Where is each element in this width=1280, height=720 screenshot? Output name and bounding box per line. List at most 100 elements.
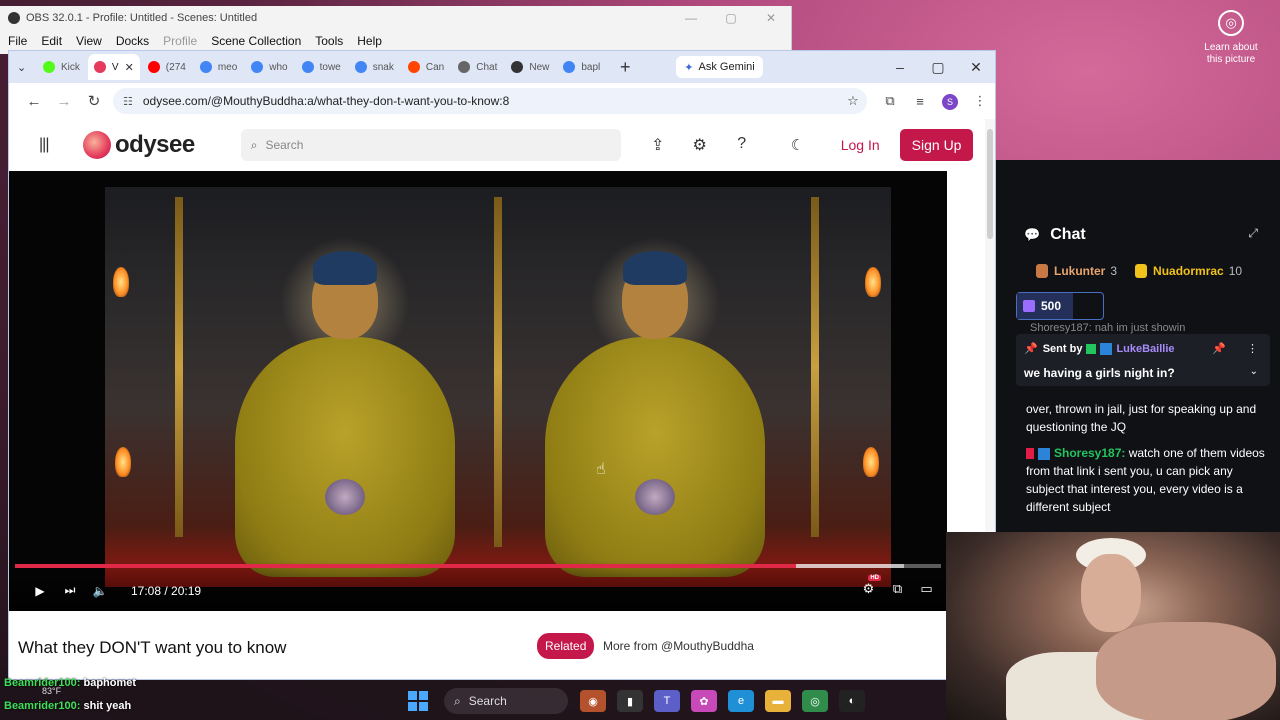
tab-favicon-icon — [93, 61, 106, 73]
play-icon[interactable]: ▶ — [25, 584, 55, 598]
minimize-icon[interactable]: — — [671, 11, 711, 25]
search-input[interactable]: ⌕ Search — [240, 129, 621, 161]
media-control-icon[interactable]: ≡ — [905, 94, 935, 109]
tab-label: (274 — [165, 61, 186, 73]
close-icon[interactable]: ✕ — [751, 11, 791, 25]
unpin-icon[interactable]: 📌 — [1212, 342, 1226, 355]
browser-tab[interactable]: Can — [402, 54, 450, 80]
next-icon[interactable]: ⏭ — [55, 583, 85, 598]
back-icon[interactable]: ← — [19, 93, 49, 110]
teams-icon[interactable]: T — [654, 690, 680, 712]
leader-count: 10 — [1228, 264, 1243, 278]
tab-label: New — [529, 61, 550, 73]
menu-tools[interactable]: Tools — [315, 34, 343, 48]
camera-icon: ◎ — [1218, 10, 1244, 36]
close-icon[interactable]: ✕ — [957, 59, 995, 76]
obs-titlebar: OBS 32.0.1 - Profile: Untitled - Scenes:… — [0, 6, 791, 30]
browser-tab[interactable]: (274 — [142, 54, 192, 80]
browser-tab[interactable]: V ✕ — [87, 54, 140, 80]
windows-start-icon[interactable] — [408, 691, 428, 711]
hamburger-menu-icon[interactable]: ||| — [39, 136, 59, 154]
menu-view[interactable]: View — [76, 34, 102, 48]
video-title: What they DON'T want you to know — [18, 638, 287, 657]
verified-icon — [1100, 342, 1113, 355]
kicks-badge[interactable]: 500 — [1016, 292, 1104, 320]
bookmark-star-icon[interactable]: ☆ — [839, 93, 867, 109]
tab-favicon-icon — [458, 61, 471, 73]
browser-tab[interactable]: towe — [296, 54, 347, 80]
progress-bar[interactable] — [15, 564, 941, 568]
ask-gemini-button[interactable]: ✦ Ask Gemini — [676, 56, 763, 78]
site-info-icon[interactable]: ☷ — [123, 95, 133, 108]
browser-tab[interactable]: Chat — [452, 54, 503, 80]
learn-about-picture[interactable]: ◎ Learn about this picture — [1196, 10, 1266, 66]
browser-tab[interactable]: bapl — [557, 54, 606, 80]
upload-icon[interactable]: ⇪ — [637, 135, 679, 155]
browser-tab[interactable]: snak — [349, 54, 400, 80]
edge-icon[interactable]: e — [728, 690, 754, 712]
obs-icon[interactable]: ◐ — [839, 690, 865, 712]
chevron-down-icon[interactable]: ⌄ — [1250, 366, 1258, 377]
flame — [863, 447, 879, 477]
chrome-icon[interactable]: ◎ — [802, 690, 828, 712]
chat-message: Shoresy187: watch one of them videos fro… — [1026, 444, 1268, 516]
pinned-user[interactable]: LukeBaillie — [1116, 343, 1174, 355]
maximize-icon[interactable]: ▢ — [919, 59, 957, 76]
signup-button[interactable]: Sign Up — [899, 129, 974, 161]
copilot-icon[interactable]: ✿ — [691, 690, 717, 712]
minimize-icon[interactable]: – — [881, 59, 919, 76]
menu-profile[interactable]: Profile — [163, 34, 197, 48]
pinned-message[interactable]: 📌 Sent by LukeBaillie 📌 ⋮ we having a gi… — [1016, 334, 1270, 386]
new-tab-button[interactable]: + — [612, 57, 638, 78]
tab-search-icon[interactable]: ⌄ — [17, 61, 37, 74]
help-icon[interactable]: ? — [721, 135, 763, 155]
url-text[interactable]: odysee.com/@MouthyBuddha:a/what-they-don… — [143, 94, 839, 108]
close-tab-icon[interactable]: ✕ — [125, 61, 134, 74]
tab-favicon-icon — [251, 61, 264, 73]
tab-label: meo — [217, 61, 238, 73]
gear-icon[interactable]: ⚙ — [679, 135, 721, 155]
leader-item[interactable]: Nuadormrac 10 — [1135, 264, 1242, 278]
miniplayer-icon[interactable]: ⧉ — [883, 581, 912, 597]
webcam-overlay — [946, 532, 1280, 720]
browser-tab[interactable]: meo — [194, 54, 243, 80]
maximize-icon[interactable]: ▢ — [711, 11, 751, 25]
leader-name: Nuadormrac — [1153, 264, 1224, 278]
menu-file[interactable]: File — [8, 34, 27, 48]
extensions-icon[interactable]: ⧉ — [875, 93, 905, 109]
chat-username[interactable]: Shoresy187: — [1054, 446, 1125, 460]
overlay-chat-user: Beamrider100: — [4, 677, 81, 689]
video-player[interactable]: ☝ ▶ ⏭ 🔈 17:08 / 20:19 ⚙ HD ⧉ ▭ — [9, 171, 947, 611]
menu-docks[interactable]: Docks — [116, 34, 149, 48]
menu-scene-collection[interactable]: Scene Collection — [211, 34, 301, 48]
tab-label: Kick — [61, 61, 80, 73]
theater-icon[interactable]: ▭ — [912, 581, 941, 597]
taskbar-search-label: Search — [468, 694, 507, 708]
settings-icon[interactable]: ⚙ HD — [854, 575, 883, 597]
forward-icon[interactable]: → — [49, 93, 79, 110]
tab-favicon-icon — [199, 61, 212, 73]
menu-icon[interactable]: ⋮ — [965, 93, 995, 109]
task-view-icon[interactable]: ▮ — [617, 690, 643, 712]
popout-icon[interactable]: ⤢ — [1248, 226, 1258, 241]
browser-tab[interactable]: New — [505, 54, 555, 80]
reload-icon[interactable]: ↻ — [79, 92, 109, 110]
file-explorer-icon[interactable]: ▬ — [765, 690, 791, 712]
more-options-icon[interactable]: ⋮ — [1247, 342, 1258, 355]
volume-icon[interactable]: 🔈 — [85, 584, 115, 598]
address-bar[interactable]: ☷ odysee.com/@MouthyBuddha:a/what-they-d… — [113, 88, 867, 114]
taskbar-search[interactable]: ⌕ Search — [444, 688, 568, 714]
browser-tab[interactable]: who — [245, 54, 293, 80]
more-from-tab[interactable]: More from @MouthyBuddha — [603, 639, 754, 653]
game-app-icon[interactable]: ◉ — [580, 690, 606, 712]
profile-avatar[interactable]: S — [942, 93, 958, 110]
related-tab[interactable]: Related — [537, 633, 595, 659]
dark-mode-icon[interactable]: ☾ — [791, 136, 811, 154]
progress-fill — [15, 564, 796, 568]
menu-edit[interactable]: Edit — [41, 34, 62, 48]
leader-item[interactable]: Lukunter 3 — [1036, 264, 1117, 278]
browser-tab[interactable]: Kick — [37, 54, 86, 80]
menu-help[interactable]: Help — [357, 34, 382, 48]
login-button[interactable]: Log In — [841, 137, 880, 153]
odysee-logo[interactable]: odysee — [83, 131, 195, 159]
